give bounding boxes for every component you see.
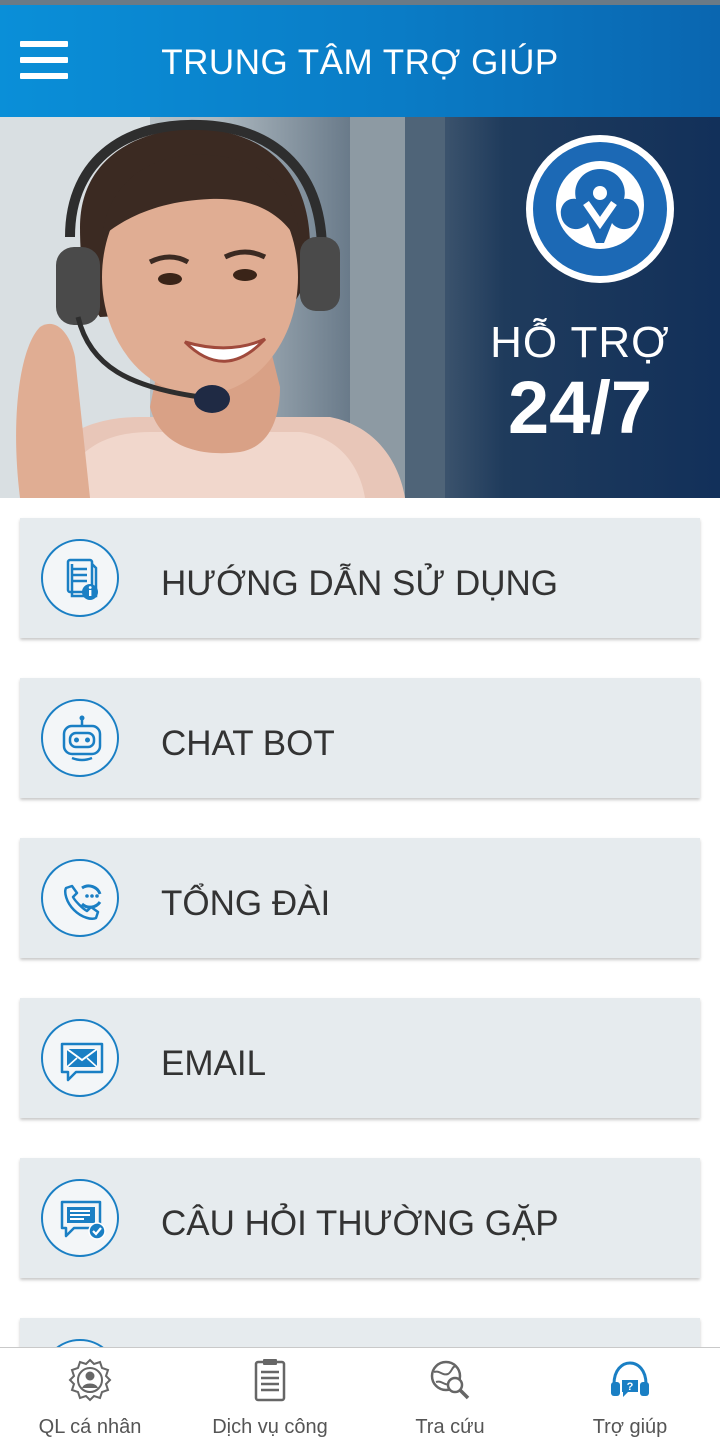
hamburger-menu-icon[interactable] (14, 35, 74, 87)
faq-chat-icon (41, 1179, 119, 1257)
menu-item-label: HƯỚNG DẪN SỬ DỤNG (161, 564, 559, 603)
headset-help-icon: ? (611, 1361, 649, 1397)
phone-call-icon (41, 859, 119, 937)
nav-tab-label: Trợ giúp (592, 1416, 668, 1438)
globe-search-icon (430, 1360, 470, 1400)
nav-tab-lookup[interactable]: Tra cứu (360, 1348, 540, 1443)
svg-text:?: ? (627, 1381, 634, 1393)
email-icon (41, 1019, 119, 1097)
clipboard-list-icon (254, 1359, 286, 1402)
menu-item-user-guide[interactable]: HƯỚNG DẪN SỬ DỤNG (20, 518, 700, 638)
profile-gear-icon (68, 1358, 112, 1402)
bottom-navigation: QL cá nhân Dịch vụ công Tra cứu ? Trợ gi… (0, 1347, 720, 1443)
page-title: TRUNG TÂM TRỢ GIÚP (161, 43, 559, 82)
nav-tab-label: Tra cứu (415, 1416, 485, 1438)
menu-item-label: EMAIL (161, 1044, 267, 1083)
robot-icon (41, 699, 119, 777)
hero-banner: HỖ TRỢ 24/7 (0, 117, 720, 498)
menu-item-chat-bot[interactable]: CHAT BOT (20, 678, 700, 798)
nav-tab-label: Dịch vụ công (212, 1416, 328, 1438)
support-hours: 24/7 (507, 366, 653, 449)
menu-item-faq[interactable]: CÂU HỎI THƯỜNG GẶP (20, 1158, 700, 1278)
nav-tab-label: QL cá nhân (38, 1416, 142, 1438)
menu-item-email[interactable]: EMAIL (20, 998, 700, 1118)
menu-item-hotline[interactable]: TỔNG ĐÀI (20, 838, 700, 958)
menu-item-label: TỔNG ĐÀI (161, 884, 331, 923)
document-info-icon (41, 539, 119, 617)
support-label: HỖ TRỢ (490, 318, 670, 367)
app-header: TRUNG TÂM TRỢ GIÚP (0, 5, 720, 117)
menu-item-label: CÂU HỎI THƯỜNG GẶP (161, 1204, 559, 1243)
menu-item-label: CHAT BOT (161, 724, 335, 763)
nav-tab-help[interactable]: ? Trợ giúp (540, 1348, 720, 1443)
nav-tab-personal[interactable]: QL cá nhân (0, 1348, 180, 1443)
nav-tab-public-services[interactable]: Dịch vụ công (180, 1348, 360, 1443)
bhxh-logo (526, 135, 674, 283)
support-24-7-text: HỖ TRỢ 24/7 (470, 319, 690, 449)
